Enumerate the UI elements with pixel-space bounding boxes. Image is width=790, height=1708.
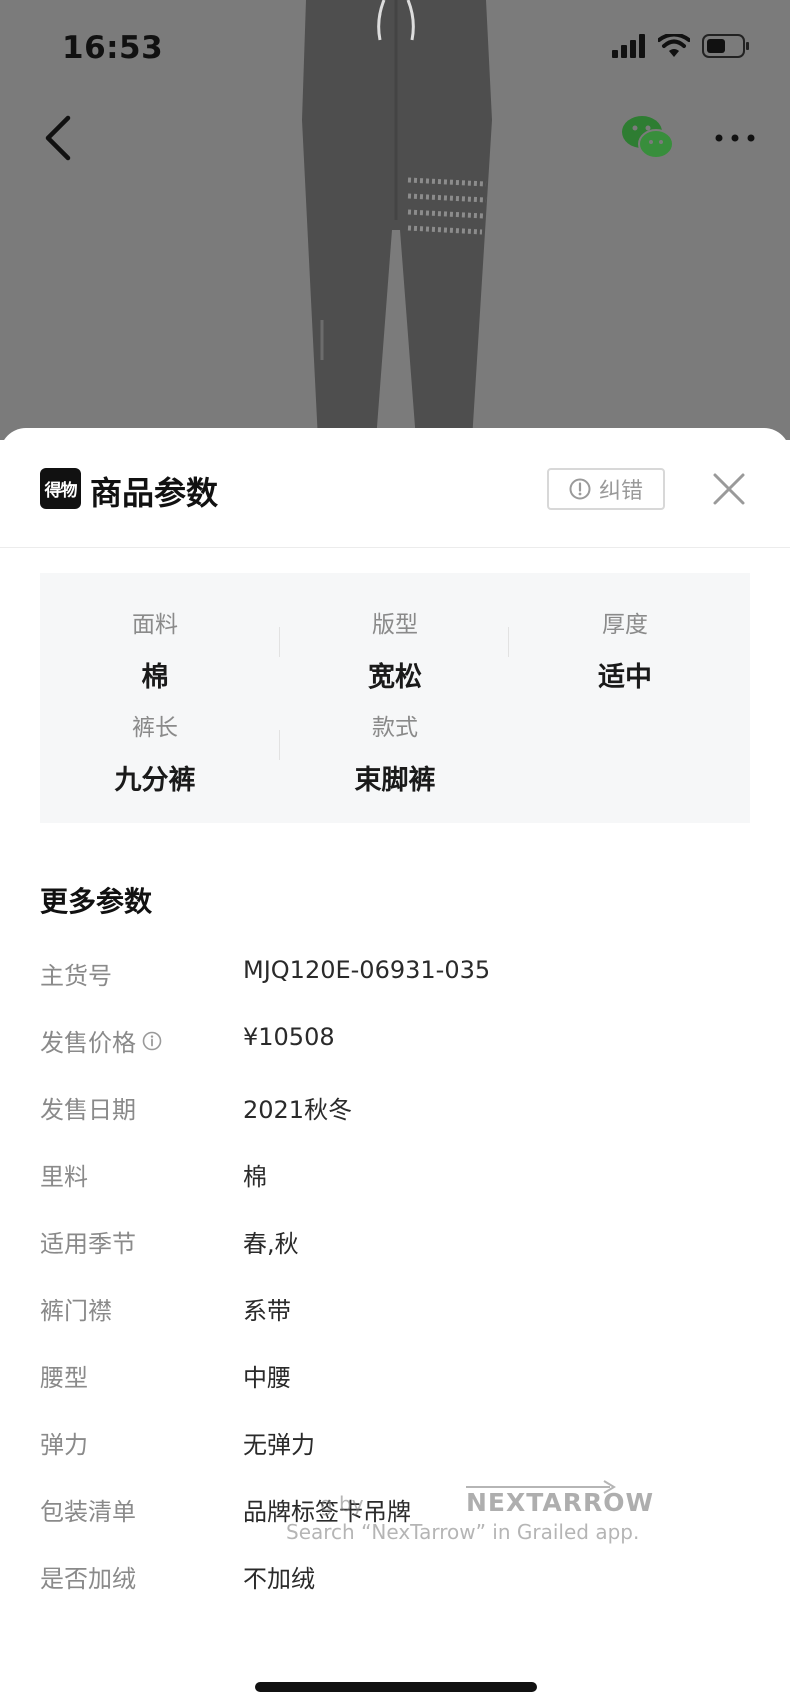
more-params-title: 更多参数: [40, 885, 153, 918]
param-label: 包装清单: [40, 1498, 136, 1526]
key-attr-label: 款式: [372, 715, 418, 741]
param-value: 无弹力: [243, 1431, 315, 1459]
key-attr-length: 裤长 九分裤: [40, 708, 270, 797]
key-attr-value: 适中: [598, 662, 652, 693]
param-label: 适用季节: [40, 1230, 136, 1258]
param-label: 里料: [40, 1163, 88, 1191]
status-time: 16:53: [62, 30, 164, 66]
param-value: ¥10508: [243, 1023, 335, 1051]
key-attr-value: 宽松: [368, 662, 422, 693]
param-label: 腰型: [40, 1364, 88, 1392]
watermark-arrow-icon: [466, 1480, 616, 1494]
key-attr-label: 版型: [372, 612, 418, 638]
key-attr-label: 厚度: [602, 612, 648, 638]
param-row: 是否加绒 不加绒: [40, 1559, 750, 1599]
back-chevron-icon[interactable]: [40, 112, 80, 164]
param-row: 腰型 中腰: [40, 1358, 750, 1398]
key-attr-fabric: 面料 棉: [40, 605, 270, 694]
watermark-text: g by: [320, 1492, 364, 1516]
param-label-wrap: 发售价格: [40, 1023, 162, 1058]
more-dots-icon[interactable]: [714, 124, 756, 152]
home-indicator[interactable]: [255, 1682, 537, 1692]
dewu-logo: 得物: [40, 468, 81, 509]
key-attr-fit: 版型 宽松: [280, 605, 510, 694]
product-params-sheet: 得物 商品参数 纠错 面料 棉 版型 宽松 厚度 适中 裤长 九分裤 款式 束脚…: [0, 428, 790, 1708]
close-icon[interactable]: [712, 472, 746, 506]
param-row: 适用季节 春,秋: [40, 1224, 750, 1264]
param-value: 2021秋冬: [243, 1096, 353, 1124]
report-error-button[interactable]: 纠错: [547, 468, 665, 510]
param-value: MJQ120E-06931-035: [243, 956, 491, 984]
param-label: 弹力: [40, 1431, 88, 1459]
param-value: 中腰: [243, 1364, 291, 1392]
key-attr-value: 棉: [141, 662, 169, 693]
param-label: 裤门襟: [40, 1297, 112, 1325]
key-attr-value: 九分裤: [114, 765, 196, 796]
param-row: 主货号 MJQ120E-06931-035: [40, 956, 750, 996]
exclamation-circle-icon: [569, 478, 591, 500]
key-attr-style: 款式 束脚裤: [280, 708, 510, 797]
param-row: 里料 棉: [40, 1157, 750, 1197]
signal-icon: [612, 34, 645, 58]
param-value: 棉: [243, 1163, 267, 1191]
key-attr-label: 裤长: [132, 715, 178, 741]
key-attr-label: 面料: [132, 612, 178, 638]
key-attr-value: 束脚裤: [354, 765, 436, 796]
param-value: 系带: [243, 1297, 291, 1325]
battery-icon: [702, 34, 749, 58]
param-value: 不加绒: [243, 1565, 315, 1593]
key-attributes-grid: 面料 棉 版型 宽松 厚度 适中 裤长 九分裤 款式 束脚裤: [40, 573, 750, 823]
watermark-subtext: Search “NexTarrow” in Grailed app.: [286, 1520, 640, 1544]
param-label: 发售日期: [40, 1096, 136, 1124]
param-row: 发售价格 ¥10508: [40, 1023, 750, 1063]
info-icon[interactable]: [142, 1031, 162, 1051]
key-attr-thickness: 厚度 适中: [510, 605, 740, 694]
param-row: 发售日期 2021秋冬: [40, 1090, 750, 1130]
param-label: 发售价格: [40, 1029, 136, 1057]
param-label: 主货号: [40, 962, 112, 990]
param-row: 弹力 无弹力: [40, 1425, 750, 1465]
wifi-icon: [658, 34, 690, 57]
param-row: 裤门襟 系带: [40, 1291, 750, 1331]
param-value: 春,秋: [243, 1230, 299, 1258]
report-error-label: 纠错: [598, 479, 643, 504]
status-icons: [612, 34, 750, 58]
sheet-header: 得物 商品参数 纠错: [0, 428, 790, 548]
sheet-title: 商品参数: [90, 474, 219, 512]
divider: [508, 627, 509, 657]
param-label: 是否加绒: [40, 1565, 136, 1593]
status-bar: 16:53: [0, 0, 790, 100]
wechat-icon[interactable]: [620, 114, 674, 162]
